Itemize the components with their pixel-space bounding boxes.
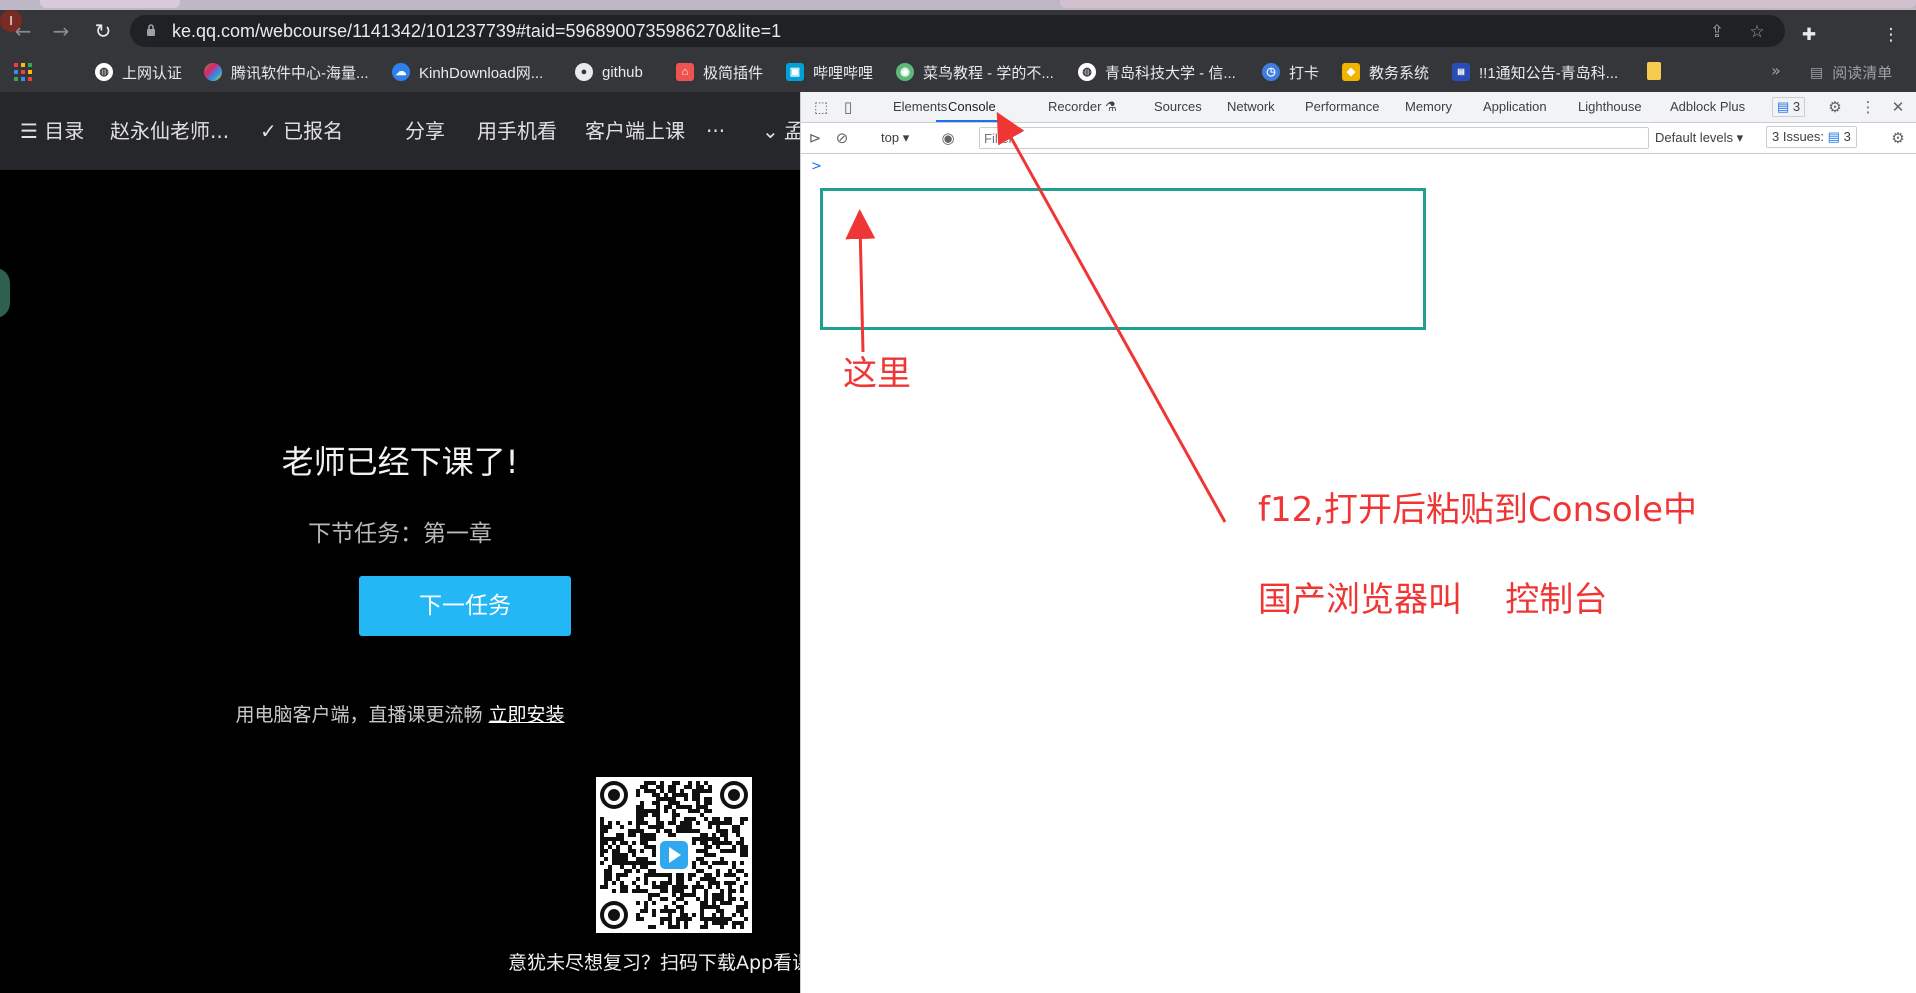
arrow-to-console-input [845, 209, 876, 353]
annotation-here: 这里 [843, 354, 911, 394]
annotation-instruction-1: f12,打开后粘贴到Console中 [1258, 490, 1698, 530]
arrow-to-console-tab [996, 111, 1227, 523]
annotation-instruction-2: 国产浏览器叫 控制台 [1258, 580, 1608, 620]
